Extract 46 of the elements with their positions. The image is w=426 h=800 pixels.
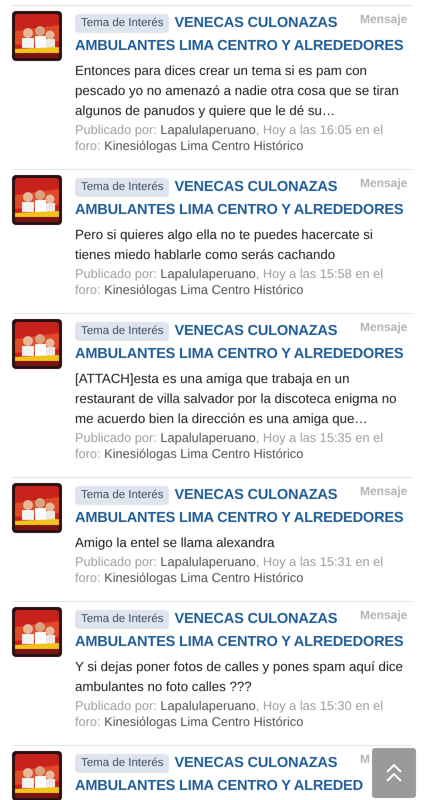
topic-prefix-label: Tema de Interés — [75, 322, 170, 341]
content-type-label: Mensaje — [360, 319, 408, 335]
content-type-label: Mensaje — [360, 607, 408, 623]
thread-title-link[interactable]: VENECAS CULONAZAS — [174, 323, 338, 339]
forum-link[interactable]: Kinesiólogas Lima Centro Histórico — [104, 446, 304, 461]
author-link[interactable]: Lapalulaperuano — [160, 430, 256, 445]
thread-title-link[interactable]: VENECAS CULONAZAS — [174, 15, 338, 31]
double-chevron-up-icon — [385, 763, 403, 783]
post-meta-text: Publicado por: Lapalulaperuano, Hoy a las 15:31 en el foro: Kinesiólogas Lima Centro Histórico — [75, 554, 384, 586]
thread-title-link[interactable]: AMBULANTES LIMA CENTRO Y ALREDED — [75, 775, 363, 798]
post-excerpt: Y si dejas poner fotos de calles y pones spam aquí dice ambulantes no foto calles ??? — [75, 658, 404, 696]
post-meta-text: Publicado por: Lapalulaperuano, Hoy a las 16:05 en el foro: Kinesiólogas Lima Centro Histórico — [75, 122, 384, 154]
thread-title-link[interactable]: AMBULANTES LIMA CENTRO Y ALREDEDORES — [75, 343, 404, 366]
thread-title-link[interactable]: VENECAS CULONAZAS — [174, 611, 338, 627]
thread-title-link[interactable]: VENECAS CULONAZAS — [174, 755, 338, 771]
post-excerpt: Entonces para dices crear un tema si es pam con pescado yo no amenazó a nadie otra cosa que se tiran algunos de panudos y quiere que le dé su… — [75, 62, 400, 120]
content-type-label: Mensaje — [360, 11, 408, 27]
post-excerpt: Pero si quieres algo ella no te puedes hacercate si tienes miedo hablarle como serás cachando — [75, 226, 374, 264]
thread-title-link[interactable]: VENECAS CULONAZAS — [174, 487, 338, 503]
content-type-label: Mensaje — [360, 175, 408, 191]
post-excerpt: Amigo la entel se llama alexandra — [75, 534, 276, 552]
thread-title-link[interactable]: AMBULANTES LIMA CENTRO Y ALREDEDORES — [75, 199, 404, 222]
author-link[interactable]: Lapalulaperuano — [160, 122, 256, 137]
content-type-label: Mensaje — [360, 483, 408, 499]
thread-title-link[interactable]: AMBULANTES LIMA CENTRO Y ALREDEDORES — [75, 507, 404, 530]
forum-link[interactable]: Kinesiólogas Lima Centro Histórico — [104, 570, 304, 585]
author-link[interactable]: Lapalulaperuano — [160, 266, 256, 281]
content-type-label: M — [360, 751, 371, 767]
scroll-to-top-button[interactable] — [372, 748, 416, 798]
forum-link[interactable]: Kinesiólogas Lima Centro Histórico — [104, 138, 304, 153]
author-link[interactable]: Lapalulaperuano — [160, 554, 256, 569]
thread-title-link[interactable]: VENECAS CULONAZAS — [174, 179, 338, 195]
topic-prefix-label: Tema de Interés — [75, 14, 170, 33]
post-meta-text: Publicado por: Lapalulaperuano, Hoy a las 15:35 en el foro: Kinesiólogas Lima Centro Histórico — [75, 430, 384, 462]
author-link[interactable]: Lapalulaperuano — [160, 698, 256, 713]
topic-prefix-label: Tema de Interés — [75, 610, 170, 629]
post-meta-text: Publicado por: Lapalulaperuano, Hoy a las 15:58 en el foro: Kinesiólogas Lima Centro Histórico — [75, 266, 384, 298]
topic-prefix-label: Tema de Interés — [75, 754, 170, 773]
post-meta-text: Publicado por: Lapalulaperuano, Hoy a las 15:30 en el foro: Kinesiólogas Lima Centro Histórico — [75, 698, 384, 730]
thread-title-link[interactable]: AMBULANTES LIMA CENTRO Y ALREDEDORES — [75, 35, 404, 58]
forum-link[interactable]: Kinesiólogas Lima Centro Histórico — [104, 282, 304, 297]
post-excerpt: [ATTACH]esta es una amiga que trabaja en un restaurant de villa salvador por la discoteca enigma no me acuerdo bien la dirección es una amiga que… — [75, 370, 398, 428]
thread-title-link[interactable]: AMBULANTES LIMA CENTRO Y ALREDEDORES — [75, 631, 404, 654]
forum-link[interactable]: Kinesiólogas Lima Centro Histórico — [104, 714, 304, 729]
topic-prefix-label: Tema de Interés — [75, 178, 170, 197]
topic-prefix-label: Tema de Interés — [75, 486, 170, 505]
